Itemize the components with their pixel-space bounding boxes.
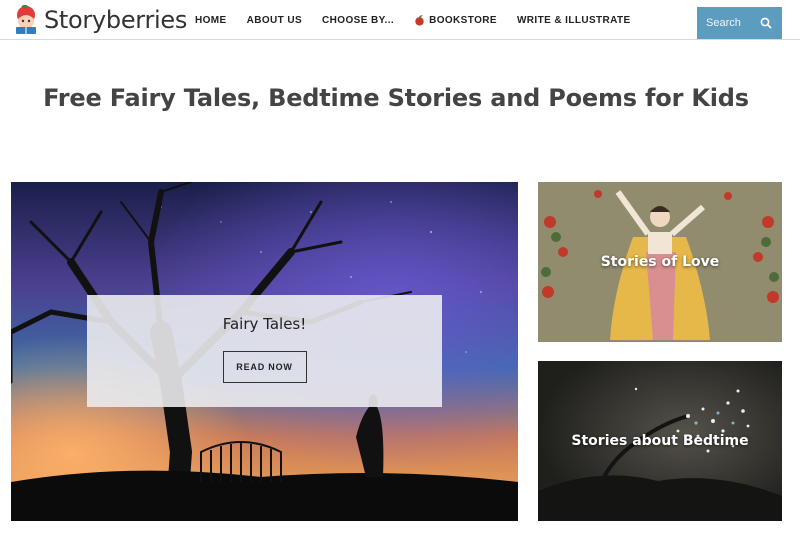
nav-choose-by-label: CHOOSE BY... bbox=[322, 14, 395, 26]
main-nav: HOME ABOUT US CHOOSE BY... BOOKSTORE WRI… bbox=[195, 0, 651, 40]
nav-bookstore-label: BOOKSTORE bbox=[429, 14, 497, 26]
nav-bookstore[interactable]: BOOKSTORE bbox=[414, 15, 497, 26]
search-box bbox=[697, 7, 782, 39]
apple-icon bbox=[415, 14, 424, 26]
logo-text: Storyberries bbox=[44, 6, 188, 34]
card-love-label: Stories of Love bbox=[600, 254, 720, 270]
nav-home-label: HOME bbox=[195, 14, 227, 26]
search-input[interactable] bbox=[706, 17, 758, 29]
hero-title: Fairy Tales! bbox=[222, 315, 307, 333]
read-now-button[interactable]: READ NOW bbox=[222, 351, 307, 383]
nav-write-illustrate-label: WRITE & ILLUSTRATE bbox=[516, 14, 631, 26]
hero-panel: Fairy Tales! READ NOW bbox=[87, 295, 442, 407]
hero-fairy-tales[interactable]: Fairy Tales! READ NOW bbox=[11, 182, 518, 521]
nav-home[interactable]: HOME bbox=[195, 15, 227, 26]
page-title: Free Fairy Tales, Bedtime Stories and Po… bbox=[43, 84, 749, 112]
site-logo[interactable]: Storyberries bbox=[12, 5, 187, 35]
nav-about-us-label: ABOUT US bbox=[246, 14, 303, 26]
search-icon[interactable] bbox=[760, 17, 772, 29]
nav-choose-by[interactable]: CHOOSE BY... bbox=[322, 15, 394, 26]
nav-about-us[interactable]: ABOUT US bbox=[247, 15, 302, 26]
nav-write-illustrate[interactable]: WRITE & ILLUSTRATE bbox=[517, 15, 631, 26]
logo-icon bbox=[16, 5, 36, 34]
card-bedtime-label: Stories about Bedtime bbox=[571, 433, 749, 449]
site-header: Storyberries HOME ABOUT US CHOOSE BY... … bbox=[0, 0, 800, 40]
card-stories-about-bedtime[interactable]: Stories about Bedtime bbox=[538, 361, 782, 521]
card-stories-of-love[interactable]: Stories of Love bbox=[538, 182, 782, 342]
